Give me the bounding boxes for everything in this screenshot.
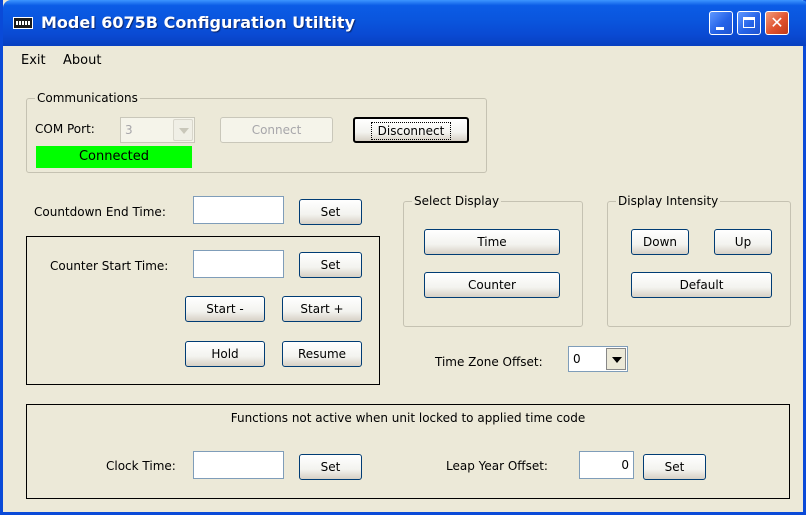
countdown-end-time-input[interactable]	[193, 196, 284, 224]
counter-start-time-input[interactable]	[193, 250, 284, 278]
display-intensity-group-label: Display Intensity	[616, 193, 721, 209]
communications-group-label: Communications	[35, 90, 140, 106]
time-zone-offset-value: 0	[573, 352, 581, 366]
leap-year-offset-label: Leap Year Offset:	[446, 459, 548, 473]
title-bar[interactable]: Model 6075B Configuration Utiltity ✕	[3, 0, 806, 46]
menu-exit[interactable]: Exit	[21, 53, 46, 69]
close-icon: ✕	[770, 13, 784, 32]
start-minus-button[interactable]: Start -	[185, 296, 265, 322]
app-logo-icon	[13, 17, 33, 29]
countdown-set-button[interactable]: Set	[299, 199, 362, 225]
time-zone-dropdown-arrow[interactable]	[606, 348, 626, 370]
select-display-group: Select Display	[403, 193, 583, 327]
clock-time-input[interactable]	[193, 451, 284, 479]
maximize-icon	[743, 17, 755, 28]
chevron-down-icon	[612, 357, 622, 363]
connect-button[interactable]: Connect	[220, 117, 333, 143]
minimize-button[interactable]	[709, 11, 733, 35]
com-port-select[interactable]: 3	[120, 117, 195, 143]
close-button[interactable]: ✕	[765, 11, 789, 35]
com-port-dropdown-arrow[interactable]	[173, 119, 193, 141]
connection-status-indicator: Connected	[36, 146, 192, 168]
time-zone-offset-select[interactable]: 0	[568, 346, 628, 372]
menu-about[interactable]: About	[63, 53, 101, 69]
countdown-end-time-label: Countdown End Time:	[34, 205, 166, 219]
minimize-icon	[716, 27, 724, 30]
hold-button[interactable]: Hold	[185, 341, 265, 367]
display-intensity-group: Display Intensity	[607, 193, 791, 327]
com-port-value: 3	[125, 123, 133, 137]
clock-time-label: Clock Time:	[106, 459, 176, 473]
disconnect-button-label: Disconnect	[370, 122, 452, 140]
disconnect-button[interactable]: Disconnect	[353, 117, 469, 143]
menu-bar: Exit About	[3, 47, 803, 75]
display-time-button[interactable]: Time	[424, 229, 560, 255]
intensity-default-button[interactable]: Default	[631, 272, 772, 298]
display-counter-button[interactable]: Counter	[424, 272, 560, 298]
counter-set-button[interactable]: Set	[299, 252, 362, 278]
window-title: Model 6075B Configuration Utiltity	[41, 13, 355, 32]
start-plus-button[interactable]: Start +	[282, 296, 362, 322]
leap-year-set-button[interactable]: Set	[643, 454, 706, 480]
locked-functions-caption: Functions not active when unit locked to…	[230, 411, 586, 425]
clock-time-set-button[interactable]: Set	[299, 454, 362, 480]
counter-start-time-label: Counter Start Time:	[50, 259, 169, 273]
select-display-group-label: Select Display	[412, 193, 502, 209]
time-zone-offset-label: Time Zone Offset:	[435, 355, 543, 369]
leap-year-offset-input[interactable]	[579, 451, 634, 479]
resume-button[interactable]: Resume	[282, 341, 362, 367]
intensity-up-button[interactable]: Up	[714, 229, 772, 255]
chevron-down-icon	[179, 128, 189, 134]
main-window: Model 6075B Configuration Utiltity ✕ Exi…	[0, 0, 806, 515]
maximize-button[interactable]	[737, 11, 761, 35]
com-port-label: COM Port:	[35, 122, 95, 136]
intensity-down-button[interactable]: Down	[631, 229, 689, 255]
